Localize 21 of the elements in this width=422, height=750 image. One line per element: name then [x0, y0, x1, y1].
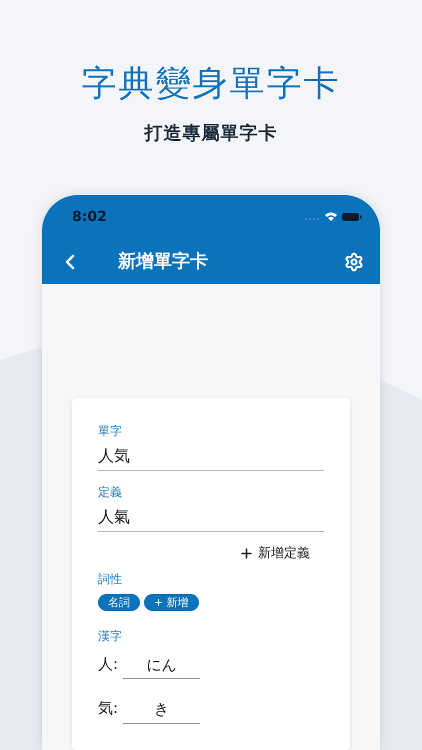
field-label: 單字	[98, 423, 123, 440]
settings-button[interactable]	[344, 252, 364, 272]
text-field[interactable]: 人氣	[98, 501, 324, 532]
tag-chip[interactable]: + 新增	[144, 594, 199, 610]
kanji-character: 気:	[98, 698, 120, 719]
tag-chip[interactable]: 名詞	[98, 594, 140, 610]
kanji-character: 人:	[98, 654, 120, 674]
reading-field[interactable]: き	[123, 698, 200, 724]
reading-field[interactable]: にん	[123, 654, 200, 679]
add-definition-button[interactable]: 新增定義	[239, 544, 310, 564]
headline: 字典變身單字卡	[82, 63, 340, 106]
text-field[interactable]: 人気	[98, 440, 324, 471]
plus-icon	[239, 546, 254, 562]
field-label: 詞性	[98, 570, 123, 588]
field-label: 定義	[98, 484, 123, 501]
status-time: 8:02	[72, 208, 107, 226]
settings-icon	[344, 252, 364, 272]
field-label: 漢字	[98, 628, 123, 644]
screen-title: 新增單字卡	[118, 250, 209, 274]
subtitle: 打造專屬單字卡	[144, 122, 278, 146]
status-icons	[304, 211, 362, 223]
